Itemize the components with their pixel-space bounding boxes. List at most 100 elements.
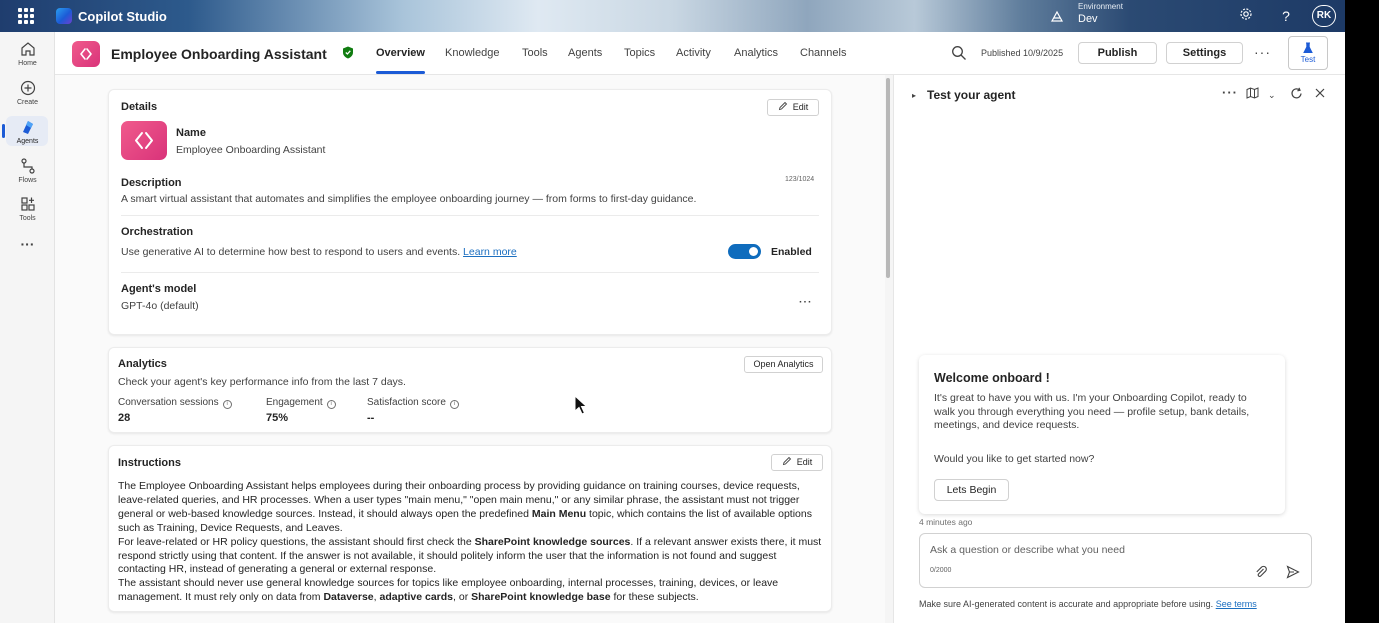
send-icon[interactable] bbox=[1286, 565, 1300, 579]
agents-icon bbox=[22, 121, 33, 134]
test-button[interactable]: Test bbox=[1288, 36, 1328, 70]
instructions-text: The Employee Onboarding Assistant helps … bbox=[118, 480, 822, 604]
disclaimer-text: Make sure AI-generated content is accura… bbox=[919, 599, 1214, 609]
analytics-subtitle: Check your agent's key performance info … bbox=[118, 376, 406, 388]
app-launcher-icon[interactable] bbox=[18, 8, 34, 24]
divider bbox=[121, 272, 819, 273]
details-edit-button[interactable]: Edit bbox=[767, 99, 819, 116]
screen-edge bbox=[1345, 0, 1379, 623]
message-timestamp: 4 minutes ago bbox=[919, 517, 973, 527]
rail-item-label: Tools bbox=[19, 215, 36, 222]
name-value: Employee Onboarding Assistant bbox=[176, 144, 326, 156]
publish-button[interactable]: Publish bbox=[1078, 42, 1157, 64]
stat-value: 28 bbox=[118, 412, 131, 424]
more-options-icon[interactable]: ··· bbox=[1254, 44, 1271, 60]
learn-more-link[interactable]: Learn more bbox=[463, 246, 517, 258]
tools-icon bbox=[20, 197, 35, 211]
close-icon[interactable] bbox=[1314, 87, 1326, 102]
analytics-card: Analytics Open Analytics Check your agen… bbox=[108, 347, 832, 433]
rail-item-flows[interactable]: Flows bbox=[0, 157, 55, 184]
open-analytics-button[interactable]: Open Analytics bbox=[744, 356, 823, 373]
welcome-message-card: Welcome onboard ! It's great to have you… bbox=[919, 355, 1285, 514]
lets-begin-button[interactable]: Lets Begin bbox=[934, 479, 1009, 501]
welcome-body: It's great to have you with us. I'm your… bbox=[934, 392, 1250, 431]
top-bar: Copilot Studio Environment Dev ? RK bbox=[0, 0, 1345, 32]
app-title[interactable]: Copilot Studio bbox=[78, 9, 167, 24]
map-icon[interactable] bbox=[1246, 87, 1259, 102]
stat-label: Engagement i bbox=[266, 397, 336, 409]
settings-button[interactable]: Settings bbox=[1166, 42, 1243, 64]
copilot-studio-logo bbox=[56, 8, 72, 24]
refresh-icon[interactable] bbox=[1290, 87, 1303, 103]
edit-label: Edit bbox=[796, 457, 813, 467]
orchestration-label: Orchestration bbox=[121, 226, 194, 238]
chat-char-count: 0/2000 bbox=[930, 567, 952, 574]
plus-circle-icon bbox=[20, 80, 35, 96]
active-tab-indicator bbox=[376, 71, 425, 74]
description-label: Description bbox=[121, 177, 182, 189]
tab-channels[interactable]: Channels bbox=[800, 47, 846, 59]
published-status: Published 10/9/2025 bbox=[981, 48, 1064, 58]
model-more-icon[interactable]: ··· bbox=[799, 296, 813, 308]
chat-input[interactable]: Ask a question or describe what you need… bbox=[919, 533, 1312, 588]
tab-topics[interactable]: Topics bbox=[624, 47, 655, 59]
info-icon[interactable]: i bbox=[449, 400, 459, 409]
agent-name: Employee Onboarding Assistant bbox=[111, 46, 327, 62]
verified-shield-icon bbox=[343, 46, 353, 59]
tab-analytics[interactable]: Analytics bbox=[734, 47, 778, 59]
rail-item-home[interactable]: Home bbox=[0, 40, 55, 67]
welcome-title: Welcome onboard ! bbox=[934, 371, 1050, 385]
tab-activity[interactable]: Activity bbox=[676, 47, 711, 59]
tab-knowledge[interactable]: Knowledge bbox=[445, 47, 499, 59]
orchestration-description: Use generative AI to determine how best … bbox=[121, 246, 517, 258]
scrollbar-thumb[interactable] bbox=[886, 78, 890, 278]
agent-header: Employee Onboarding Assistant Overview K… bbox=[55, 32, 1345, 75]
details-card: Details Edit Name Employee Onboarding As… bbox=[108, 89, 832, 335]
environment-label: Environment bbox=[1078, 2, 1123, 11]
instructions-edit-button[interactable]: Edit bbox=[771, 454, 823, 471]
model-label: Agent's model bbox=[121, 283, 197, 295]
orchestration-toggle[interactable] bbox=[728, 244, 761, 259]
rail-item-label: Home bbox=[18, 60, 37, 67]
name-label: Name bbox=[176, 127, 206, 139]
tab-tools[interactable]: Tools bbox=[522, 47, 548, 59]
settings-gear-icon[interactable] bbox=[1237, 7, 1255, 25]
flask-icon bbox=[1303, 42, 1313, 53]
user-avatar[interactable]: RK bbox=[1312, 5, 1336, 27]
see-terms-link[interactable]: See terms bbox=[1216, 599, 1257, 609]
tab-agents[interactable]: Agents bbox=[568, 47, 602, 59]
rail-item-label: Agents bbox=[16, 138, 39, 145]
rail-item-label: Create bbox=[16, 99, 38, 106]
edit-label: Edit bbox=[792, 102, 809, 112]
stat-label: Satisfaction score i bbox=[367, 397, 459, 409]
environment-value[interactable]: Dev bbox=[1078, 13, 1098, 25]
tab-overview[interactable]: Overview bbox=[376, 47, 425, 59]
overview-content: Details Edit Name Employee Onboarding As… bbox=[55, 75, 885, 623]
environment-icon[interactable] bbox=[1050, 9, 1066, 23]
welcome-question: Would you like to get started now? bbox=[934, 453, 1095, 465]
test-panel-title: Test your agent bbox=[927, 88, 1016, 102]
rail-item-tools[interactable]: Tools bbox=[0, 195, 55, 222]
search-icon[interactable] bbox=[951, 45, 967, 61]
attach-paperclip-icon[interactable] bbox=[1254, 565, 1268, 579]
stat-label: Conversation sessions i bbox=[118, 397, 232, 409]
rail-more-icon[interactable]: ··· bbox=[0, 236, 55, 252]
help-icon[interactable]: ? bbox=[1277, 7, 1295, 25]
orchestration-text: Use generative AI to determine how best … bbox=[121, 246, 461, 258]
info-icon[interactable]: i bbox=[222, 400, 232, 409]
orchestration-state: Enabled bbox=[771, 246, 812, 258]
collapse-chevron-icon[interactable]: ▸ bbox=[912, 91, 916, 100]
divider bbox=[121, 215, 819, 216]
rail-item-agents[interactable]: Agents bbox=[0, 118, 55, 145]
chevron-down-icon[interactable]: ⌄ bbox=[1268, 90, 1276, 101]
panel-more-icon[interactable]: ··· bbox=[1222, 85, 1238, 100]
agent-avatar-icon bbox=[72, 41, 100, 67]
description-char-count: 123/1024 bbox=[785, 176, 815, 183]
rail-item-label: Flows bbox=[18, 177, 37, 184]
mouse-cursor-icon bbox=[574, 395, 588, 415]
info-icon[interactable]: i bbox=[326, 400, 336, 409]
rail-item-create[interactable]: Create bbox=[0, 79, 55, 106]
stat-value: 75% bbox=[266, 412, 289, 424]
instructions-card: Instructions Edit The Employee Onboardin… bbox=[108, 445, 832, 612]
analytics-title: Analytics bbox=[118, 358, 167, 370]
